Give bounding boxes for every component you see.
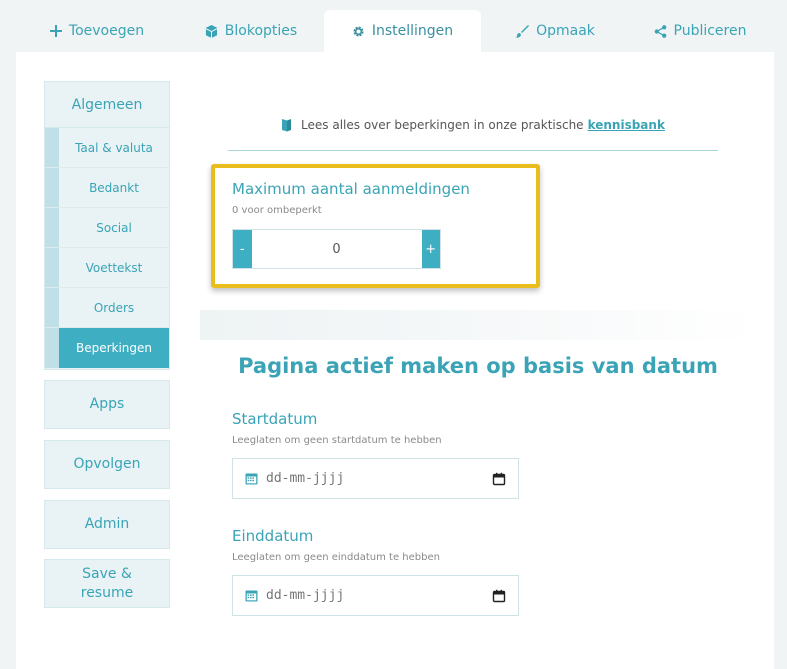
date-section-title: Pagina actief maken op basis van datum bbox=[238, 354, 718, 378]
info-text: Lees alles over beperkingen in onze prak… bbox=[301, 118, 584, 132]
tab-blokopties[interactable]: Blokopties bbox=[184, 10, 318, 52]
tab-toevoegen[interactable]: Toevoegen bbox=[30, 10, 164, 52]
tab-opmaak[interactable]: Opmaak bbox=[500, 10, 610, 52]
max-registrations-input[interactable] bbox=[251, 230, 422, 268]
plus-icon bbox=[49, 25, 62, 37]
end-date-field[interactable] bbox=[232, 575, 519, 616]
max-registrations-label: Maximum aantal aanmeldingen bbox=[232, 180, 470, 198]
tab-label: Instellingen bbox=[371, 23, 454, 39]
tab-publiceren[interactable]: Publiceren bbox=[640, 10, 760, 52]
tab-label: Publiceren bbox=[673, 23, 747, 39]
book-icon bbox=[281, 118, 293, 132]
max-registrations-hint: 0 voor ombeperkt bbox=[232, 205, 322, 216]
sidebar-item-beperkingen[interactable]: Beperkingen bbox=[45, 328, 169, 368]
knowledge-base-info: Lees alles over beperkingen in onze prak… bbox=[228, 112, 718, 138]
tab-label: Opmaak bbox=[536, 23, 595, 39]
sidebar-item-social[interactable]: Social bbox=[45, 208, 169, 248]
start-date-hint: Leeglaten om geen startdatum te hebben bbox=[232, 435, 442, 446]
calendar-picker-icon[interactable] bbox=[492, 589, 506, 603]
gear-icon bbox=[352, 25, 365, 38]
brush-icon bbox=[515, 24, 530, 38]
increment-button[interactable]: + bbox=[421, 230, 440, 268]
top-tab-bar: Toevoegen Blokopties Instellingen Opmaak… bbox=[0, 0, 787, 52]
calendar-icon bbox=[245, 472, 258, 485]
start-date-field[interactable] bbox=[232, 458, 519, 499]
max-registrations-stepper: - + bbox=[232, 229, 441, 269]
tab-instellingen[interactable]: Instellingen bbox=[324, 10, 481, 52]
sidebar-item-orders[interactable]: Orders bbox=[45, 288, 169, 328]
knowledge-base-link[interactable]: kennisbank bbox=[588, 118, 665, 132]
sidebar-item-voettekst[interactable]: Voettekst bbox=[45, 248, 169, 288]
sidebar-item-admin[interactable]: Admin bbox=[44, 500, 170, 549]
calendar-icon bbox=[245, 589, 258, 602]
start-date-input[interactable] bbox=[266, 471, 492, 486]
end-date-hint: Leeglaten om geen einddatum te hebben bbox=[232, 552, 440, 563]
divider bbox=[228, 150, 718, 151]
end-date-input[interactable] bbox=[266, 588, 492, 603]
sidebar-item-bedankt[interactable]: Bedankt bbox=[45, 168, 169, 208]
cube-icon bbox=[205, 24, 218, 38]
end-date-label: Einddatum bbox=[232, 527, 314, 545]
sidebar-item-save-resume[interactable]: Save & resume bbox=[44, 559, 170, 608]
tab-label: Toevoegen bbox=[68, 23, 145, 39]
tab-label: Blokopties bbox=[224, 23, 298, 39]
sidebar-group-algemeen: Algemeen Taal & valuta Bedankt Social Vo… bbox=[44, 81, 170, 370]
calendar-picker-icon[interactable] bbox=[492, 472, 506, 486]
section-separator bbox=[200, 310, 756, 340]
share-icon bbox=[654, 24, 667, 38]
sidebar-item-apps[interactable]: Apps bbox=[44, 380, 170, 429]
start-date-label: Startdatum bbox=[232, 410, 318, 428]
sidebar-item-opvolgen[interactable]: Opvolgen bbox=[44, 440, 170, 489]
decrement-button[interactable]: - bbox=[233, 230, 252, 268]
sidebar-item-taal-valuta[interactable]: Taal & valuta bbox=[45, 128, 169, 168]
sidebar-item-algemeen[interactable]: Algemeen bbox=[45, 82, 169, 128]
